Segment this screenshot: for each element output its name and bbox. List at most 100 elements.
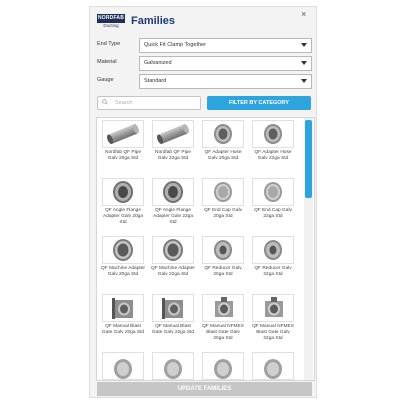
part-icon bbox=[264, 359, 282, 379]
family-name: QF Adapter Hose Galv 20ga Std bbox=[204, 150, 242, 161]
pipe-icon bbox=[157, 124, 189, 144]
family-card[interactable]: QF Machine Adapter Galv 20ga Std bbox=[101, 236, 145, 292]
flange-icon bbox=[113, 181, 133, 203]
nfmes-gate-icon bbox=[265, 297, 283, 317]
family-card[interactable]: QF Machine Adapter Galv 22ga Std bbox=[151, 236, 195, 292]
chevron-down-icon bbox=[301, 79, 307, 83]
machine-adapter-icon bbox=[113, 239, 133, 261]
family-thumbnail bbox=[102, 120, 144, 148]
family-thumbnail bbox=[152, 352, 194, 380]
close-icon[interactable]: × bbox=[301, 9, 306, 19]
header: NORDFAB Ducting Families × bbox=[90, 7, 316, 37]
chevron-down-icon bbox=[301, 61, 307, 65]
family-name: QF Manual Blast Gate Galv 22ga Std bbox=[151, 324, 195, 335]
machine-adapter-icon bbox=[163, 239, 183, 261]
families-panel: NORDFAB Ducting Families × End Type Quic… bbox=[89, 6, 317, 398]
blast-gate-icon bbox=[162, 298, 183, 319]
family-name: QF Angle Flange Adapter Galv 22ga Std bbox=[152, 208, 193, 225]
family-name: QF Machine Adapter Galv 22ga Std bbox=[151, 266, 195, 277]
family-card[interactable]: QF Manual Blast Gate Galv 22ga Std bbox=[151, 294, 195, 350]
family-thumbnail bbox=[152, 294, 194, 322]
family-card[interactable] bbox=[201, 352, 245, 380]
family-name: QF Machine Adapter Galv 20ga Std bbox=[101, 266, 145, 277]
family-name: QF Adapter Hose Galv 22ga Std bbox=[254, 150, 292, 161]
family-thumbnail bbox=[252, 352, 294, 380]
nfmes-gate-icon bbox=[215, 297, 233, 317]
pipe-icon bbox=[107, 124, 139, 144]
family-name: QF End Cap Galv 22ga Std bbox=[254, 208, 292, 219]
filter-by-category-button[interactable]: FILTER BY CATEGORY bbox=[207, 96, 311, 110]
end-cap-icon bbox=[214, 182, 232, 202]
part-icon bbox=[114, 359, 132, 379]
logo-text: NORDFAB bbox=[97, 14, 125, 23]
search-input[interactable]: Search bbox=[97, 96, 201, 110]
family-name: QF Manual NFMES Blast Gate Galv 20ga Std bbox=[202, 324, 244, 341]
search-placeholder: Search bbox=[115, 100, 133, 106]
family-thumbnail bbox=[252, 178, 294, 206]
end-type-label: End Type bbox=[97, 41, 121, 47]
family-card[interactable]: Nordfab QF Pipe Galv 20ga Std bbox=[101, 120, 145, 176]
family-thumbnail bbox=[102, 178, 144, 206]
page-title: Families bbox=[131, 15, 176, 27]
families-grid[interactable]: Nordfab QF Pipe Galv 20ga Std Nordfab QF … bbox=[96, 117, 315, 381]
scrollbar-thumb[interactable] bbox=[305, 120, 312, 198]
family-card[interactable]: QF Adapter Hose Galv 20ga Std bbox=[201, 120, 245, 176]
family-card[interactable] bbox=[151, 352, 195, 380]
end-type-dropdown[interactable]: Quick Fit Clamp Together bbox=[139, 38, 312, 53]
family-thumbnail bbox=[202, 120, 244, 148]
family-thumbnail bbox=[152, 178, 194, 206]
family-card[interactable]: QF End Cap Galv 22ga Std bbox=[251, 178, 295, 234]
family-name: QF Reducer Galv 20ga Std bbox=[204, 266, 242, 277]
family-thumbnail bbox=[252, 236, 294, 264]
part-icon bbox=[164, 359, 182, 379]
family-name: QF Manual Blast Gate Galv 20ga Std bbox=[101, 324, 145, 335]
end-type-row: End Type Quick Fit Clamp Together bbox=[93, 38, 313, 54]
nordfab-logo: NORDFAB Ducting bbox=[97, 14, 125, 30]
adapter-icon bbox=[264, 124, 282, 144]
family-thumbnail bbox=[102, 236, 144, 264]
material-value: Galvanized bbox=[144, 60, 172, 66]
family-card[interactable] bbox=[101, 352, 145, 380]
family-card[interactable] bbox=[251, 352, 295, 380]
gauge-dropdown[interactable]: Standard bbox=[139, 74, 312, 89]
adapter-icon bbox=[214, 124, 232, 144]
family-card[interactable]: QF Reducer Galv 20ga Std bbox=[201, 236, 245, 292]
family-thumbnail bbox=[202, 352, 244, 380]
family-thumbnail bbox=[152, 236, 194, 264]
gauge-value: Standard bbox=[144, 78, 167, 84]
reducer-icon bbox=[214, 240, 232, 260]
family-name: Nordfab QF Pipe Galv 22ga Std bbox=[155, 150, 191, 161]
family-card[interactable]: QF End Cap Galv 20ga Std bbox=[201, 178, 245, 234]
logo-subtext: Ducting bbox=[103, 23, 119, 28]
family-name: QF End Cap Galv 20ga Std bbox=[204, 208, 242, 219]
gauge-label: Gauge bbox=[97, 77, 114, 83]
flange-icon bbox=[163, 181, 183, 203]
end-type-value: Quick Fit Clamp Together bbox=[144, 42, 206, 48]
family-card[interactable]: QF Manual NFMES Blast Gate Galv 20ga Std bbox=[201, 294, 245, 350]
family-thumbnail bbox=[102, 352, 144, 380]
reducer-icon bbox=[264, 240, 282, 260]
family-thumbnail bbox=[252, 294, 294, 322]
family-card[interactable]: QF Angle Flange Adapter Galv 22ga Std bbox=[151, 178, 195, 234]
family-name: QF Manual NFMES Blast Gate Galv 22ga Std bbox=[252, 324, 294, 341]
blast-gate-icon bbox=[112, 298, 133, 319]
family-card[interactable]: QF Angle Flange Adapter Galv 20ga Std bbox=[101, 178, 145, 234]
part-icon bbox=[214, 359, 232, 379]
family-card[interactable]: Nordfab QF Pipe Galv 22ga Std bbox=[151, 120, 195, 176]
update-families-button[interactable]: UPDATE FAMILIES bbox=[97, 382, 312, 396]
family-name: Nordfab QF Pipe Galv 20ga Std bbox=[105, 150, 141, 161]
end-cap-icon bbox=[264, 182, 282, 202]
family-card[interactable]: QF Adapter Hose Galv 22ga Std bbox=[251, 120, 295, 176]
family-thumbnail bbox=[102, 294, 144, 322]
material-dropdown[interactable]: Galvanized bbox=[139, 56, 312, 71]
family-thumbnail bbox=[202, 236, 244, 264]
family-name: QF Reducer Galv 22ga Std bbox=[254, 266, 292, 277]
family-name: QF Angle Flange Adapter Galv 20ga Std bbox=[102, 208, 143, 225]
family-card[interactable]: QF Manual NFMES Blast Gate Galv 22ga Std bbox=[251, 294, 295, 350]
family-card[interactable]: QF Manual Blast Gate Galv 20ga Std bbox=[101, 294, 145, 350]
family-thumbnail bbox=[252, 120, 294, 148]
gauge-row: Gauge Standard bbox=[93, 74, 313, 90]
family-card[interactable]: QF Reducer Galv 22ga Std bbox=[251, 236, 295, 292]
chevron-down-icon bbox=[301, 43, 307, 47]
search-icon bbox=[102, 99, 108, 105]
